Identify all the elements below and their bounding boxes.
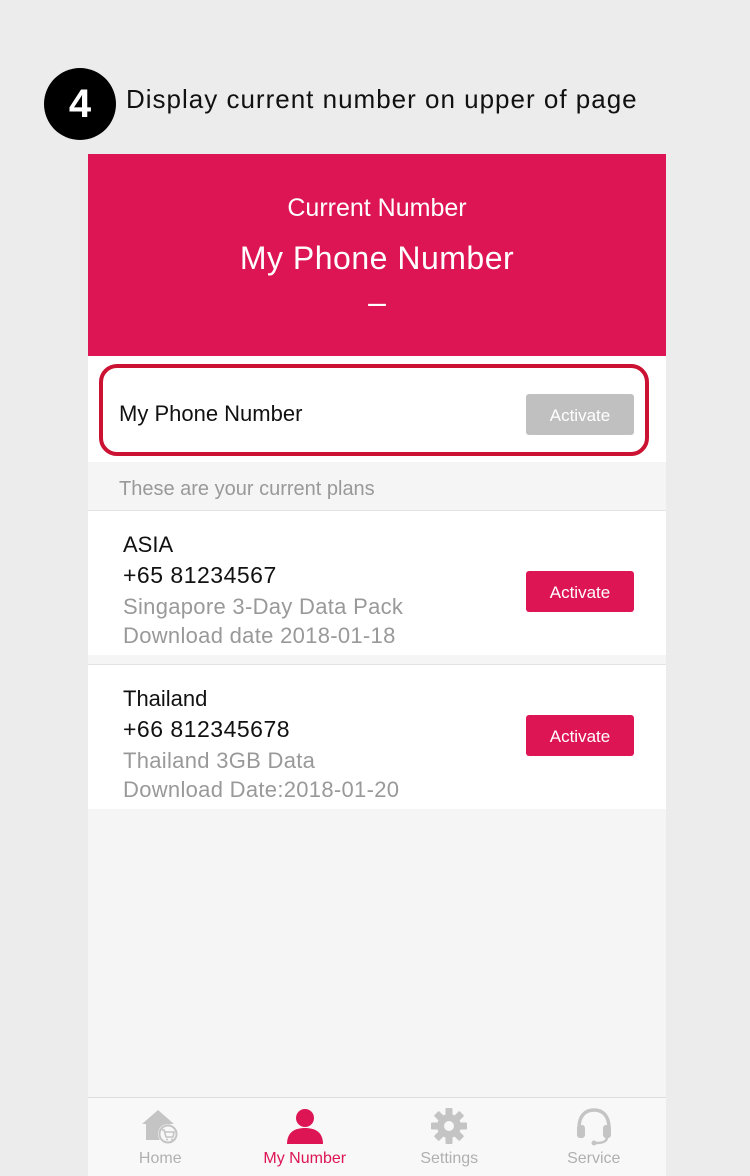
plan-phone-number: +66 812345678 bbox=[123, 716, 291, 742]
plan-activate-button[interactable]: Activate bbox=[526, 715, 634, 756]
plan-download-date: Download Date:2018-01-20 bbox=[123, 777, 400, 802]
current-activate-button[interactable]: Activate bbox=[526, 394, 634, 435]
tab-label: Home bbox=[138, 1150, 182, 1167]
current-number-header: Current Number My Phone Number – bbox=[88, 154, 666, 356]
tab-my-number[interactable]: My Number bbox=[233, 1098, 378, 1176]
plan-item-asia: ASIA +65 81234567 Singapore 3-Day Data P… bbox=[88, 510, 666, 655]
header-subtitle: Current Number bbox=[287, 194, 467, 222]
plan-region: Thailand bbox=[123, 686, 208, 711]
bottom-tab-bar: Home My Number Settings Service bbox=[88, 1097, 666, 1176]
phone-screen: Current Number My Phone Number – My Phon… bbox=[88, 154, 666, 1176]
headset-icon bbox=[576, 1108, 611, 1146]
current-number-card: My Phone Number Activate bbox=[88, 356, 666, 462]
plan-pack-name: Singapore 3-Day Data Pack bbox=[123, 594, 404, 619]
current-number-label: My Phone Number bbox=[119, 401, 303, 426]
plan-activate-button[interactable]: Activate bbox=[526, 571, 634, 612]
plan-region: ASIA bbox=[123, 532, 174, 557]
tab-label: My Number bbox=[263, 1150, 347, 1167]
tab-service[interactable]: Service bbox=[522, 1098, 667, 1176]
tab-label: Service bbox=[567, 1150, 621, 1167]
home-cart-icon bbox=[142, 1110, 179, 1144]
plan-pack-name: Thailand 3GB Data bbox=[123, 748, 316, 773]
step-caption: Display current number on upper of page bbox=[126, 84, 638, 114]
tab-home[interactable]: Home bbox=[88, 1098, 233, 1176]
tab-label: Settings bbox=[420, 1150, 479, 1167]
user-icon bbox=[286, 1109, 323, 1144]
step-number-badge: 4 bbox=[44, 68, 116, 140]
plans-caption: These are your current plans bbox=[119, 478, 375, 500]
header-number: – bbox=[368, 284, 386, 320]
gear-icon bbox=[431, 1108, 468, 1144]
header-title: My Phone Number bbox=[239, 240, 515, 276]
plan-phone-number: +65 81234567 bbox=[123, 562, 277, 588]
plan-item-thailand: Thailand +66 812345678 Thailand 3GB Data… bbox=[88, 664, 666, 809]
plan-download-date: Download date 2018-01-18 bbox=[123, 623, 396, 648]
tab-settings[interactable]: Settings bbox=[377, 1098, 522, 1176]
